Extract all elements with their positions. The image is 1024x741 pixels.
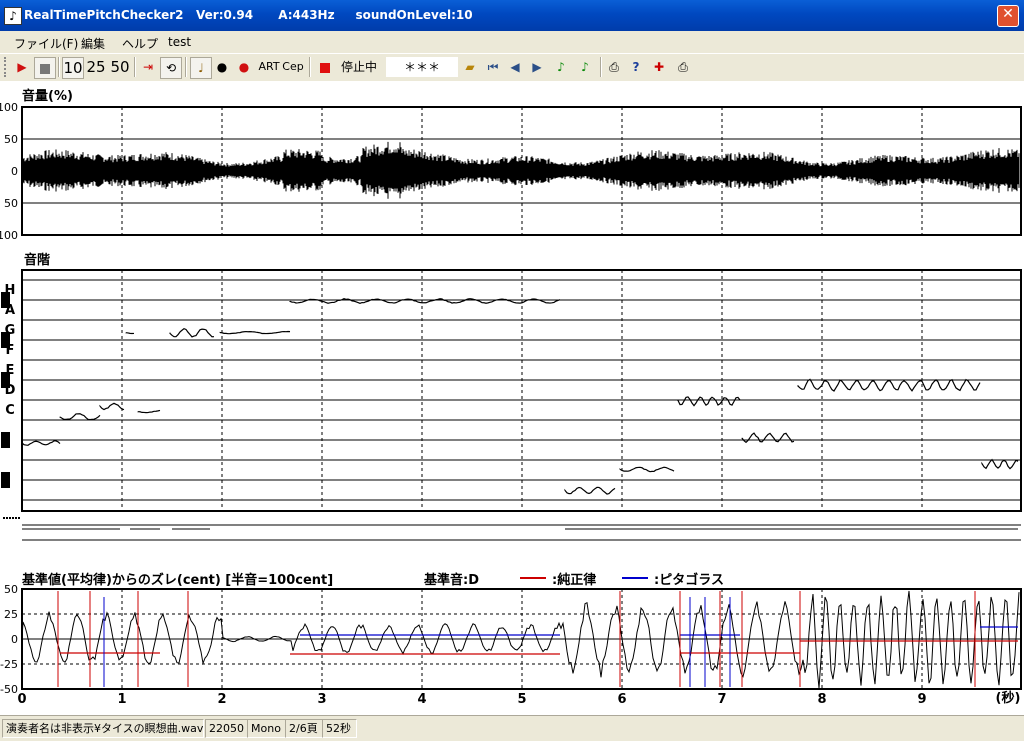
close-button[interactable]: ✕ [997, 5, 1019, 27]
menu-help[interactable]: ヘルプ [122, 35, 158, 52]
jump-end-icon[interactable]: ⇥ [138, 57, 158, 77]
prev-icon[interactable]: ◀ [506, 57, 524, 77]
deviation-tick-label: -25 [0, 658, 18, 671]
lane-dot [18, 517, 20, 519]
play-icon[interactable]: ▶ [12, 57, 32, 77]
time-tick-label: 8 [817, 692, 826, 707]
toolbar-grip [4, 57, 10, 77]
time-tick-label: 2 [217, 692, 226, 707]
time-tick-label: 4 [417, 692, 426, 707]
status-channels: Mono [247, 719, 286, 738]
lane-dot [15, 517, 17, 519]
speed-50-button[interactable]: 50 [109, 57, 131, 77]
lane-dot [3, 517, 5, 519]
speed-25-button[interactable]: 25 [85, 57, 107, 77]
main-area: 100 50 0 50 100 H A G F E D C 50 25 0 -25 -50 0 1 2 3 4 5 6 7 8 9(… [0, 81, 1024, 715]
status-file: 演奏者名は非表示¥タイスの瞑想曲.wav [2, 719, 204, 738]
person-black-icon[interactable]: ● [213, 57, 231, 77]
help-icon[interactable]: ? [627, 57, 645, 77]
time-unit-label: (秒) [996, 690, 1021, 706]
black-key-marker [1, 332, 10, 348]
base-note-label: 基準音:D [424, 573, 479, 588]
legend-just-label: :純正律 [552, 573, 597, 588]
note-label: C [5, 403, 15, 418]
app-icon: ♪ [4, 7, 22, 25]
marker-icon[interactable]: ✚ [650, 57, 668, 77]
time-tick-label: 0 [17, 692, 26, 707]
next-icon[interactable]: ▶ [528, 57, 546, 77]
status-page: 2/6頁 [285, 719, 323, 738]
print2-icon[interactable]: ⎙ [673, 57, 693, 77]
deviation-tick-label: -50 [0, 683, 18, 696]
time-tick-label: 3 [317, 692, 326, 707]
volume-tick-label: 50 [4, 197, 18, 210]
violin-icon[interactable]: ♩ [190, 57, 212, 79]
volume-tick-label: 100 [0, 229, 18, 242]
volume-tick-label: 100 [0, 101, 18, 114]
status-text: 停止中 [340, 60, 377, 74]
loop-icon[interactable]: ⟲ [160, 57, 182, 79]
black-key-marker [1, 292, 10, 308]
time-tick-label: 7 [717, 692, 726, 707]
stop-icon[interactable] [34, 57, 56, 79]
lane-dot [9, 517, 11, 519]
note-display: ＊＊＊ [386, 57, 458, 77]
legend-pythagorean-swatch [622, 577, 648, 579]
black-key-marker [1, 472, 10, 488]
time-tick-label: 5 [517, 692, 526, 707]
status-rate: 22050 [205, 719, 248, 738]
status-bar: 演奏者名は非表示¥タイスの瞑想曲.wav 22050 Mono 2/6頁 52秒 [0, 715, 1024, 741]
black-key-marker [1, 432, 10, 448]
menu-edit[interactable]: 編集 [81, 35, 105, 52]
deviation-tick-label: 50 [4, 583, 18, 596]
lane-dot [12, 517, 14, 519]
open-folder-icon[interactable]: ▰ [460, 57, 480, 77]
menu-bar: ファイル(F) 編集 ヘルプ test [0, 31, 1024, 53]
menu-file[interactable]: ファイル(F) [14, 35, 78, 52]
title-bar: ♪ RealTimePitchChecker2 Ver:0.94 A:443Hz… [0, 0, 1024, 31]
window-title: RealTimePitchChecker2 Ver:0.94 A:443Hz s… [24, 8, 473, 22]
toolbar: ▶ 10 25 50 ⇥ ⟲ ♩ ● ● ART Cep 停止中 ＊＊＊ ▰ ⏮… [0, 53, 1024, 82]
plot-canvas: 10050050100HAGFEDC50250-25-500 1 2 3 4 5 6 7 8 9(… [0, 101, 1022, 707]
note-green2-icon[interactable]: ♪ [576, 57, 594, 77]
menu-test[interactable]: test [168, 35, 191, 49]
deviation-tick-label: 0 [11, 633, 18, 646]
record-stop-icon[interactable] [318, 57, 332, 77]
lane-dot [6, 517, 8, 519]
status-duration: 52秒 [322, 719, 357, 738]
cep-button[interactable]: Cep [282, 57, 304, 77]
art-button[interactable]: ART [258, 57, 280, 77]
print-icon[interactable]: ⎙ [604, 57, 624, 77]
deviation-tick-label: 25 [4, 608, 18, 621]
skip-first-icon[interactable]: ⏮ [484, 57, 502, 77]
legend-pythagorean-label: :ピタゴラス [654, 573, 724, 588]
person-red-icon[interactable]: ● [235, 57, 253, 77]
note-green-icon[interactable]: ♪ [552, 57, 570, 77]
black-key-marker [1, 372, 10, 388]
deviation-label: 基準値(平均律)からのズレ(cent) [半音=100cent] [22, 573, 334, 588]
volume-tick-label: 50 [4, 133, 18, 146]
scale-label: 音階 [24, 253, 51, 268]
legend-just-swatch [520, 577, 546, 579]
time-tick-label: 1 [117, 692, 126, 707]
volume-label: 音量(%) [22, 89, 73, 104]
time-tick-label: 6 [617, 692, 626, 707]
speed-10-button[interactable]: 10 [62, 57, 84, 79]
volume-tick-label: 0 [11, 165, 18, 178]
time-tick-label: 9 [917, 692, 926, 707]
